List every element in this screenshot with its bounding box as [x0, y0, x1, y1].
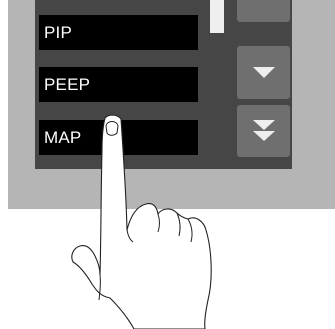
pointing-hand-icon [71, 114, 212, 329]
device-screen: PIP PEEP MAP [0, 0, 335, 329]
